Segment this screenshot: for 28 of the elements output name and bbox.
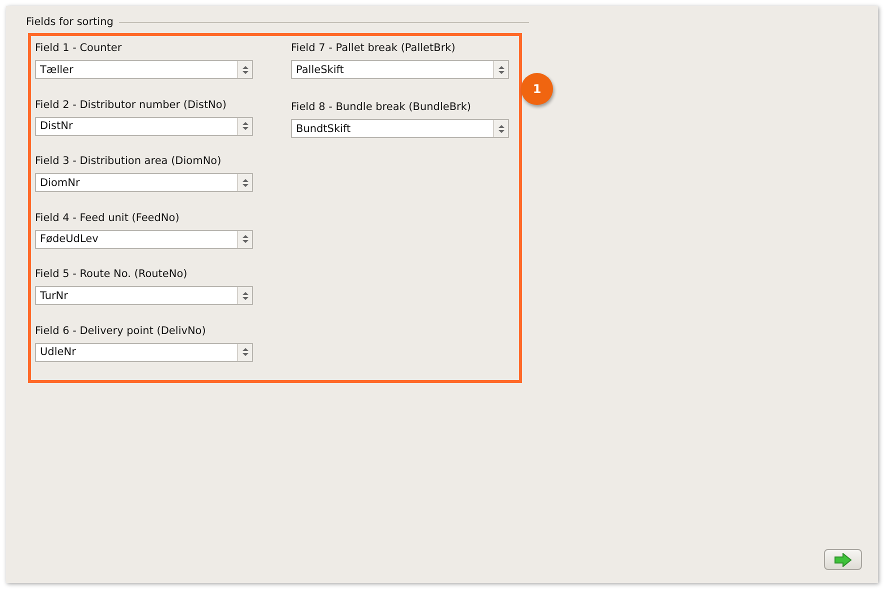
spin-arrows-icon[interactable] <box>242 121 248 131</box>
field-label: Field 6 - Delivery point (DelivNo) <box>35 324 207 338</box>
field-label: Field 7 - Pallet break (PalletBrk) <box>291 41 456 55</box>
field-label: Field 2 - Distributor number (DistNo) <box>35 98 228 112</box>
spin-select[interactable]: BundtSkift <box>291 119 509 138</box>
spin-arrows-icon[interactable] <box>242 290 248 300</box>
next-button[interactable] <box>824 549 862 570</box>
spin-select[interactable]: DistNr <box>35 116 253 136</box>
field-label: Field 8 - Bundle break (BundleBrk) <box>291 100 472 114</box>
spin-arrows-icon[interactable] <box>242 178 248 188</box>
field-label: Field 5 - Route No. (RouteNo) <box>35 267 188 281</box>
field-label: Field 3 - Distribution area (DiomNo) <box>35 154 222 168</box>
spin-select[interactable]: UdleNr <box>35 342 253 362</box>
spin-arrows-icon[interactable] <box>242 234 248 244</box>
group-title: Fields for sorting <box>26 16 114 28</box>
spin-select[interactable]: PalleSkift <box>291 60 509 79</box>
spin-arrows-icon[interactable] <box>498 64 504 74</box>
spin-select[interactable]: DiomNr <box>35 173 253 192</box>
spin-select[interactable]: FødeUdLev <box>35 230 253 248</box>
spin-select[interactable]: Tæller <box>35 60 253 79</box>
spin-arrows-icon[interactable] <box>242 64 248 74</box>
spin-select[interactable]: TurNr <box>35 286 253 305</box>
callout-badge: 1 <box>521 73 553 105</box>
arrow-right-icon <box>834 552 852 566</box>
spin-arrows-icon[interactable] <box>498 124 504 134</box>
field-label: Field 4 - Feed unit (FeedNo) <box>35 210 180 224</box>
spin-arrows-icon[interactable] <box>242 347 248 357</box>
field-label: Field 1 - Counter <box>35 41 123 55</box>
